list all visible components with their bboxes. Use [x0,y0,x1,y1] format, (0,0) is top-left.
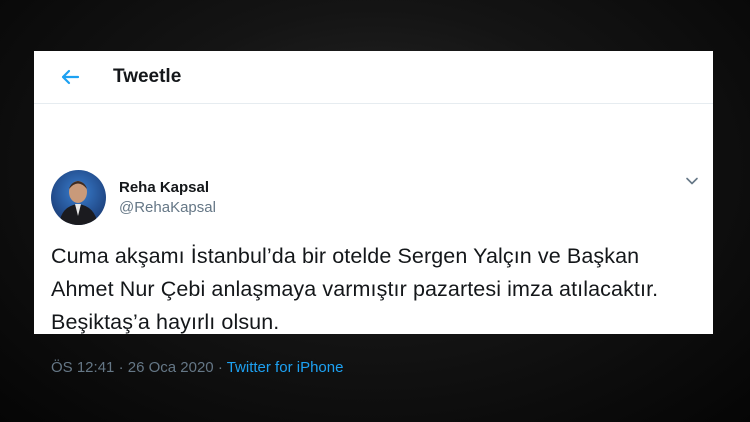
tweet-time[interactable]: ÖS 12:41 [51,359,114,376]
author-handle[interactable]: @RehaKapsal [119,198,216,218]
author-name[interactable]: Reha Kapsal [119,178,216,197]
tweet-card: Tweetle Reha Kapsal @RehaKapsal Cuma akş… [34,51,713,376]
avatar[interactable] [51,170,106,225]
tweet-meta: ÖS 12:41 · 26 Oca 2020 · Twitter for iPh… [51,359,343,376]
tweet-source-link[interactable]: Twitter for iPhone [227,359,344,376]
header-bar: Tweetle [34,51,713,104]
separator: · [118,359,124,376]
tweet-text: Cuma akşamı İstanbul’da bir otelde Serge… [51,244,659,334]
back-arrow-icon[interactable] [55,62,85,92]
chevron-down-icon[interactable] [685,174,699,188]
separator: · [217,359,223,376]
author-meta: Reha Kapsal @RehaKapsal [119,178,216,218]
page-title: Tweetle [113,66,182,87]
tweet-date[interactable]: 26 Oca 2020 [128,359,214,376]
author-row: Reha Kapsal @RehaKapsal [51,170,216,225]
